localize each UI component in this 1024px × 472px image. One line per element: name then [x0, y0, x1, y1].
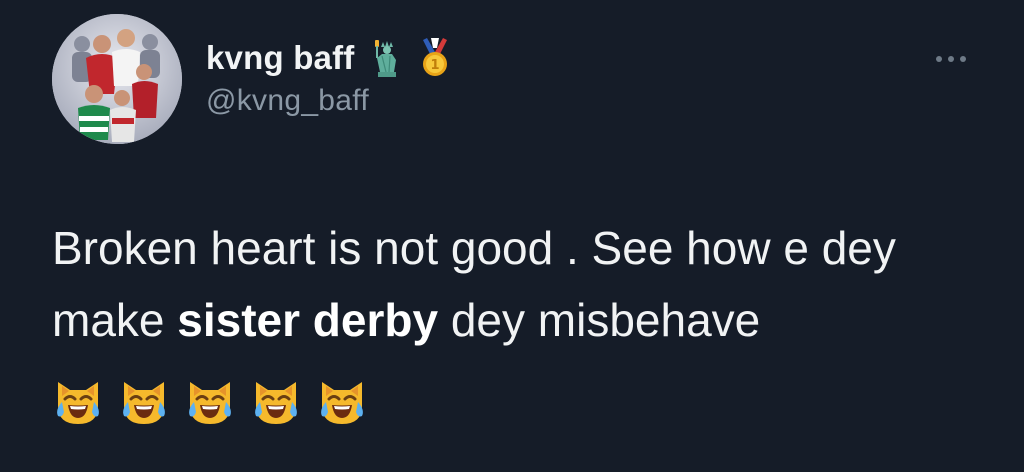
- svg-text:1: 1: [431, 58, 440, 73]
- statue-of-liberty-icon: [370, 38, 404, 78]
- tweet-text-part2: dey misbehave: [438, 294, 761, 346]
- cat-tears-of-joy-icon: [255, 382, 297, 424]
- emoji-row: [52, 376, 368, 432]
- cat-tears-of-joy-icon: [123, 382, 165, 424]
- tweet-text-bold: sister derby: [177, 294, 439, 346]
- avatar[interactable]: [52, 14, 182, 144]
- first-place-medal-icon: 1: [418, 38, 452, 78]
- name-row: kvng baff 1: [206, 38, 452, 78]
- cat-tears-of-joy-icon: [189, 382, 231, 424]
- display-name[interactable]: kvng baff: [206, 39, 354, 77]
- cat-tears-of-joy-icon: [57, 382, 99, 424]
- more-options-icon[interactable]: [932, 52, 972, 66]
- avatar-image: [52, 14, 182, 144]
- tweet-text: Broken heart is not good . See how e dey…: [52, 212, 992, 356]
- tweet-card: kvng baff 1 @kvng_baff Broken heart is n…: [0, 0, 1024, 472]
- cat-tears-of-joy-icon: [321, 382, 363, 424]
- user-handle[interactable]: @kvng_baff: [206, 84, 452, 118]
- user-info: kvng baff 1 @kvng_baff: [206, 38, 452, 118]
